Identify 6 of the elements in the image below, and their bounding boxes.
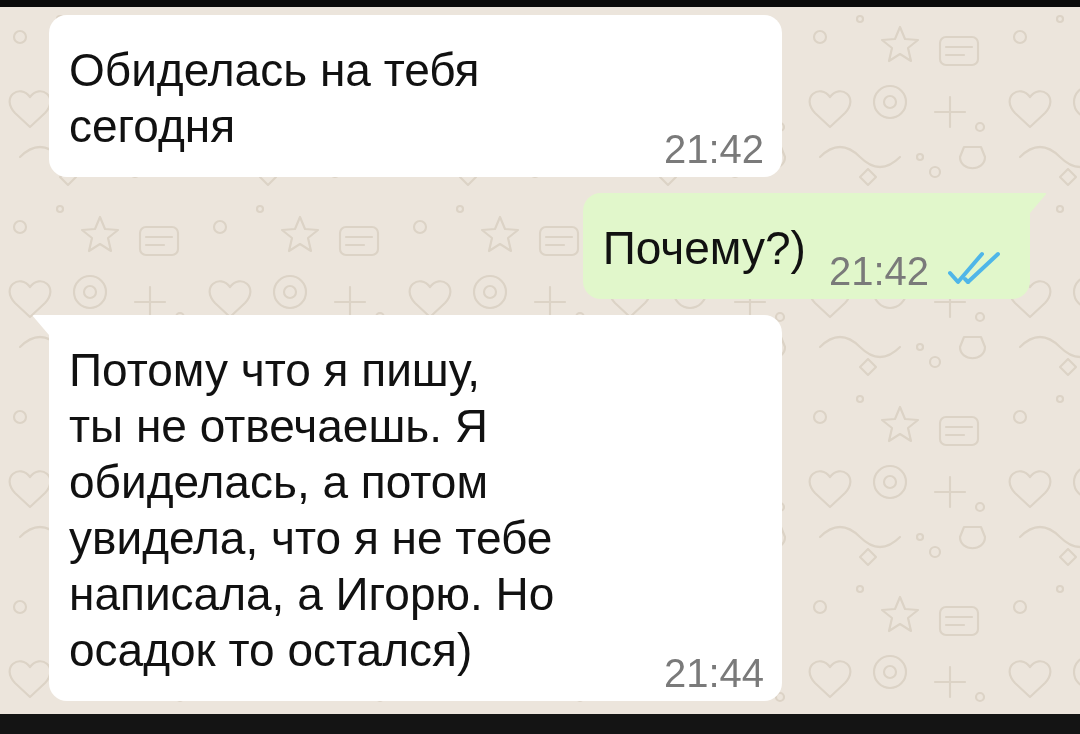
message-time: 21:42 bbox=[828, 251, 929, 291]
message-text: Обиделась на тебя сегодня bbox=[69, 43, 480, 154]
message-text: Почему?) bbox=[602, 221, 806, 276]
message-text: Потому что я пишу, ты не отвечаешь. Я обиделась, а потом увидела, что я не тебе написала, а Игорю. Но осадок то остался) bbox=[69, 343, 555, 678]
message-time: 21:44 bbox=[663, 653, 764, 693]
message-time: 21:42 bbox=[663, 129, 764, 169]
